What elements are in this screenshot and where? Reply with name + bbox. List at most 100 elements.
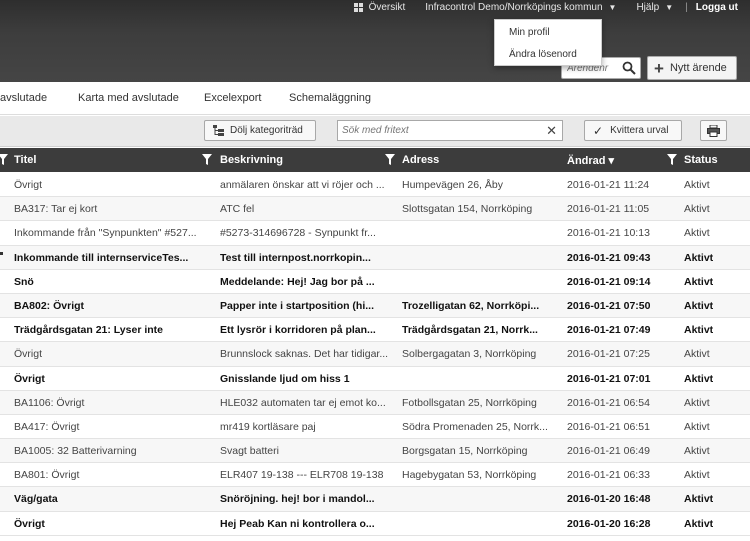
search-icon[interactable] (622, 61, 636, 75)
tab-map-closed[interactable]: Karta med avslutade (78, 92, 179, 104)
grid-icon (353, 2, 363, 12)
table-row[interactable]: Övrigt Hej Peab Kan ni kontrollera o... 20… (0, 512, 750, 536)
table-row[interactable]: Övrigt anmälaren önskar att vi röjer och … (0, 173, 750, 198)
help-menu[interactable]: Hjälp ▼ (636, 2, 673, 13)
cell-status: Aktivt (684, 299, 714, 312)
hide-category-tree-button[interactable]: Dölj kategoriträd (204, 120, 316, 141)
cell-changed: 2016-01-21 10:13 (567, 227, 650, 240)
table-row[interactable]: Väg/gata Snöröjning. hej! bor i mandol...… (0, 487, 750, 512)
cell-address: Trädgårdsgatan 21, Norrk... (402, 324, 538, 337)
tab-scheduling[interactable]: Schemaläggning (289, 92, 371, 104)
check-icon: ✓ (593, 123, 604, 138)
tree-icon (213, 125, 224, 136)
cell-description: Ett lysrör i korridoren på plan... (220, 324, 376, 337)
cell-changed: 2016-01-21 07:01 (567, 372, 651, 385)
new-case-label: Nytt ärende (669, 62, 727, 74)
cell-status: Aktivt (684, 420, 710, 433)
chevron-down-icon: ▼ (608, 2, 617, 12)
logout-link[interactable]: Logga ut (696, 2, 738, 13)
cell-address: Solbergagatan 3, Norrköping (402, 348, 537, 361)
column-address[interactable]: Adress (402, 154, 439, 166)
menu-item-my-profile[interactable]: Min profil (495, 22, 601, 44)
table-row[interactable]: Inkommande från "Synpunkten" #527... #527… (0, 221, 750, 246)
cell-description: Meddelande: Hej! Jag bor på ... (220, 275, 375, 288)
cell-changed: 2016-01-21 06:51 (567, 420, 650, 433)
tab-excel-export[interactable]: Excelexport (204, 92, 261, 104)
column-description[interactable]: Beskrivning (220, 154, 283, 166)
cell-description: Brunnslock saknas. Det har tidigar... (220, 348, 389, 361)
table-row[interactable]: BA1005: 32 Batterivarning Svagt batteri Bo… (0, 439, 750, 464)
cell-status: Aktivt (684, 179, 710, 191)
cell-title: BA317: Tar ej kort (14, 203, 98, 216)
cell-title: Väg/gata (14, 493, 58, 506)
cell-status: Aktivt (684, 203, 710, 216)
table-row[interactable]: BA417: Övrigt mr419 kortläsare paj Södra P… (0, 415, 750, 440)
table-row[interactable]: BA317: Tar ej kort ATC fel Slottsgatan 154… (0, 197, 750, 222)
table-row[interactable]: Snö Meddelande: Hej! Jag bor på ... 2016-0… (0, 270, 750, 294)
cell-title: Övrigt (14, 179, 43, 191)
print-button[interactable] (700, 120, 727, 141)
hide-category-tree-label: Dölj kategoriträd (230, 125, 303, 136)
cell-changed: 2016-01-21 11:05 (567, 203, 650, 216)
cell-description: Gnisslande ljud om hiss 1 (220, 372, 350, 385)
cell-status: Aktivt (684, 493, 714, 506)
cell-description: Papper inte i startposition (hi... (220, 299, 375, 312)
cell-changed: 2016-01-21 09:14 (567, 275, 651, 288)
cell-status: Aktivt (684, 517, 714, 530)
fritext-input[interactable] (338, 121, 538, 140)
overview-link[interactable]: Översikt (353, 2, 405, 13)
table-row[interactable]: Övrigt Gnisslande ljud om hiss 1 2016-01-2… (0, 367, 750, 391)
help-label: Hjälp (636, 1, 660, 13)
table-row[interactable]: Övrigt Brunnslock saknas. Det har tidigar… (0, 342, 750, 367)
cell-title: Snö (14, 275, 34, 288)
org-label: Infracontrol Demo/Norrköpings kommun (425, 1, 603, 13)
cell-status: Aktivt (684, 396, 710, 409)
table-row[interactable]: Inkommande till internserviceTes... Test … (0, 245, 750, 270)
cell-changed: 2016-01-20 16:48 (567, 493, 651, 506)
cell-description: mr419 kortläsare paj (220, 420, 316, 433)
cell-status: Aktivt (684, 469, 710, 482)
profile-dropdown: Min profil Ändra lösenord (494, 19, 602, 66)
org-selector[interactable]: Infracontrol Demo/Norrköpings kommun ▼ (425, 2, 616, 13)
cell-changed: 2016-01-20 16:28 (567, 517, 651, 530)
cell-title: Övrigt (14, 348, 43, 361)
column-changed[interactable]: Ändrad ▾ (567, 154, 614, 167)
cell-title: Övrigt (14, 517, 45, 530)
column-status[interactable]: Status (684, 154, 718, 166)
cell-address: Södra Promenaden 25, Norrk... (402, 420, 548, 433)
cell-description: anmälaren önskar att vi röjer och ... (220, 179, 385, 191)
cell-status: Aktivt (684, 251, 714, 264)
table-row[interactable]: BA802: Övrigt Papper inte i startposition… (0, 293, 750, 319)
cell-address: Humpevägen 26, Åby (402, 179, 503, 191)
chevron-down-icon: ▼ (665, 2, 674, 12)
tab-closed[interactable]: avslutade (0, 92, 47, 104)
close-icon[interactable]: ✕ (546, 123, 557, 139)
cell-title: BA417: Övrigt (14, 420, 80, 433)
filter-icon[interactable] (385, 154, 395, 165)
cell-title: Övrigt (14, 372, 45, 385)
menu-item-change-password[interactable]: Ändra lösenord (495, 44, 601, 66)
table-row[interactable]: BA801: Övrigt ELR407 19-138 --- ELR708 19… (0, 463, 750, 488)
acknowledge-selection-button[interactable]: ✓ Kvittera urval (584, 120, 682, 141)
cell-title: Inkommande till internserviceTes... (14, 251, 189, 264)
row-marker (0, 251, 3, 255)
fritext-search: ✕ (337, 120, 563, 141)
cell-title: BA1106: Övrigt (14, 396, 85, 409)
cell-title: Trädgårdsgatan 21: Lyser inte (14, 324, 163, 337)
cell-address: Hagebygatan 53, Norrköping (402, 469, 537, 482)
cell-description: Hej Peab Kan ni kontrollera o... (220, 517, 375, 530)
column-title[interactable]: Titel (14, 154, 36, 166)
cell-changed: 2016-01-21 06:54 (567, 396, 650, 409)
filter-icon[interactable] (202, 154, 212, 165)
top-bar: Översikt Infracontrol Demo/Norrköpings k… (0, 0, 750, 82)
cell-description: HLE032 automaten tar ej emot ko... (220, 396, 386, 409)
table-row[interactable]: Trädgårdsgatan 21: Lyser inte Ett lysrör … (0, 318, 750, 343)
cell-title: Inkommande från "Synpunkten" #527... (14, 227, 197, 240)
cell-status: Aktivt (684, 372, 714, 385)
table-header: Titel Beskrivning Adress Ändrad ▾ Status (0, 148, 750, 172)
top-nav: Översikt Infracontrol Demo/Norrköpings k… (353, 0, 750, 14)
filter-icon[interactable] (667, 154, 677, 165)
table-row[interactable]: BA1106: Övrigt HLE032 automaten tar ej em… (0, 390, 750, 415)
new-case-button[interactable]: + Nytt ärende (647, 56, 737, 80)
filter-icon[interactable] (0, 154, 8, 165)
